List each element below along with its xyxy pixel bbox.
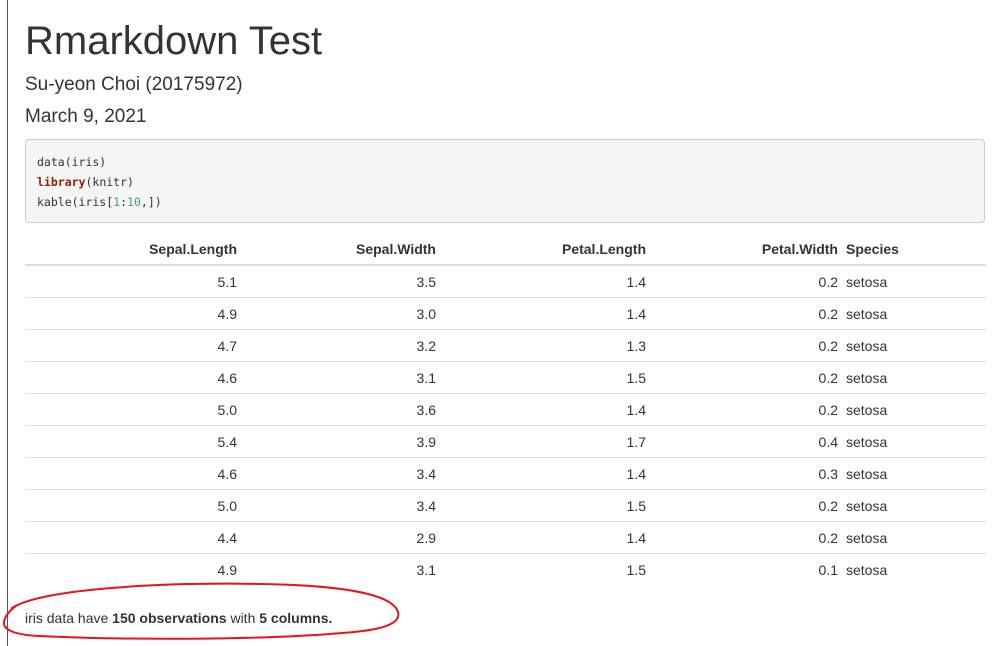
document-title: Rmarkdown Test	[25, 19, 323, 63]
cell-species: setosa	[846, 273, 888, 290]
cell-species: setosa	[842, 457, 986, 490]
column-header-petal-length: Petal.Length	[440, 233, 650, 266]
cell-petal-length: 1.4	[440, 521, 650, 554]
cell-petal-length: 1.5	[440, 489, 650, 522]
code-text: (knitr)	[85, 175, 134, 189]
cell-petal-length: 1.7	[440, 425, 650, 458]
table-body: 5.1 3.5 1.4 0.2 setosa 4.9 3.0 1.4 0.2 setosa 4.7 3…	[25, 265, 986, 585]
code-block[interactable]: data(iris) library(knitr) kable(iris[1:1…	[25, 139, 985, 223]
cell-species: setosa	[842, 553, 986, 585]
summary-observations: 150 observations	[112, 610, 227, 626]
table-row: 5.0 3.4 1.5 0.2 setosa	[25, 489, 986, 522]
cell-sepal-length: 4.9	[25, 297, 241, 330]
code-text: ,])	[140, 195, 162, 209]
cell-species: setosa	[842, 329, 986, 362]
cell-petal-width: 0.2	[650, 521, 842, 554]
cell-species: setosa	[842, 361, 986, 394]
cell-petal-width: 0.2	[650, 329, 842, 362]
cell-petal-width: 0.2	[650, 361, 842, 394]
cell-petal-length: 1.4	[626, 273, 646, 290]
table-row: 4.7 3.2 1.3 0.2 setosa	[25, 329, 986, 362]
cell-species: setosa	[842, 393, 986, 426]
cell-sepal-length: 4.4	[25, 521, 241, 554]
cell-sepal-width: 3.4	[241, 489, 440, 522]
cell-sepal-length: 5.1	[217, 273, 237, 290]
cell-sepal-width: 3.4	[241, 457, 440, 490]
cell-sepal-length: 4.7	[25, 329, 241, 362]
page-left-border	[7, 0, 8, 646]
cell-petal-length: 1.5	[440, 553, 650, 585]
code-line-3: kable(iris[1:10,])	[37, 192, 972, 212]
cell-petal-width: 0.2	[650, 393, 842, 426]
document-author: Su-yeon Choi (20175972)	[25, 74, 243, 95]
column-header-sepal-length: Sepal.Length	[25, 233, 241, 266]
code-keyword: library	[37, 175, 86, 189]
column-header-species: Species	[842, 233, 986, 266]
cell-sepal-width: 3.1	[241, 361, 440, 394]
table-row: 4.4 2.9 1.4 0.2 setosa	[25, 521, 986, 554]
cell-petal-length: 1.4	[440, 457, 650, 490]
cell-petal-length: 1.4	[440, 393, 650, 426]
cell-petal-width: 0.2	[650, 489, 842, 522]
cell-petal-width: 0.2	[650, 297, 842, 330]
cell-sepal-width: 3.1	[241, 553, 440, 585]
cell-sepal-width: 2.9	[241, 521, 440, 554]
cell-sepal-width: 3.0	[241, 297, 440, 330]
cell-sepal-width: 3.9	[241, 425, 440, 458]
code-text: :	[120, 195, 128, 209]
code-number: 10	[127, 195, 141, 209]
iris-table: Sepal.Length Sepal.Width Petal.Length Pe…	[25, 233, 986, 585]
table-row: 4.6 3.1 1.5 0.2 setosa	[25, 361, 986, 394]
code-text: kable(iris[	[37, 195, 114, 209]
code-line-1: data(iris)	[37, 152, 972, 172]
cell-sepal-length: 5.0	[25, 489, 241, 522]
table-row: 4.9 3.1 1.5 0.1 setosa	[25, 553, 986, 585]
cell-species: setosa	[842, 521, 986, 554]
cell-species: setosa	[842, 297, 986, 330]
table-header-row: Sepal.Length Sepal.Width Petal.Length Pe…	[25, 233, 986, 266]
cell-sepal-length: 4.9	[25, 553, 241, 585]
table-row: 4.6 3.4 1.4 0.3 setosa	[25, 457, 986, 490]
cell-sepal-length: 4.6	[25, 361, 241, 394]
cell-species: setosa	[842, 425, 986, 458]
code-text: data(iris)	[37, 155, 107, 169]
cell-petal-length: 1.4	[440, 297, 650, 330]
summary-prefix: iris data have	[25, 610, 113, 626]
table-row: 5.0 3.6 1.4 0.2 setosa	[25, 393, 986, 426]
summary-text: iris data have 150 observations with 5 c…	[25, 609, 332, 627]
cell-sepal-length: 4.6	[25, 457, 241, 490]
cell-species: setosa	[842, 489, 986, 522]
cell-sepal-width: 3.6	[241, 393, 440, 426]
cell-petal-width: 0.1	[650, 553, 842, 585]
table-row: 5.4 3.9 1.7 0.4 setosa	[25, 425, 986, 458]
document-date: March 9, 2021	[25, 106, 147, 127]
cell-sepal-length: 5.4	[25, 425, 241, 458]
cell-petal-length: 1.3	[440, 329, 650, 362]
cell-petal-width: 0.4	[650, 425, 842, 458]
summary-middle: with	[226, 610, 260, 626]
column-header-sepal-width: Sepal.Width	[241, 233, 440, 266]
cell-petal-width: 0.2	[818, 273, 838, 290]
cell-sepal-width: 3.5	[416, 273, 436, 290]
cell-sepal-length: 5.0	[25, 393, 241, 426]
cell-sepal-width: 3.2	[241, 329, 440, 362]
cell-petal-length: 1.5	[440, 361, 650, 394]
table-row: 4.9 3.0 1.4 0.2 setosa	[25, 297, 986, 330]
cell-petal-width: 0.3	[650, 457, 842, 490]
table-row: 5.1 3.5 1.4 0.2 setosa	[25, 265, 986, 298]
summary-columns: 5 columns.	[259, 610, 333, 626]
code-line-2: library(knitr)	[37, 172, 972, 192]
column-header-petal-width: Petal.Width	[650, 233, 842, 266]
